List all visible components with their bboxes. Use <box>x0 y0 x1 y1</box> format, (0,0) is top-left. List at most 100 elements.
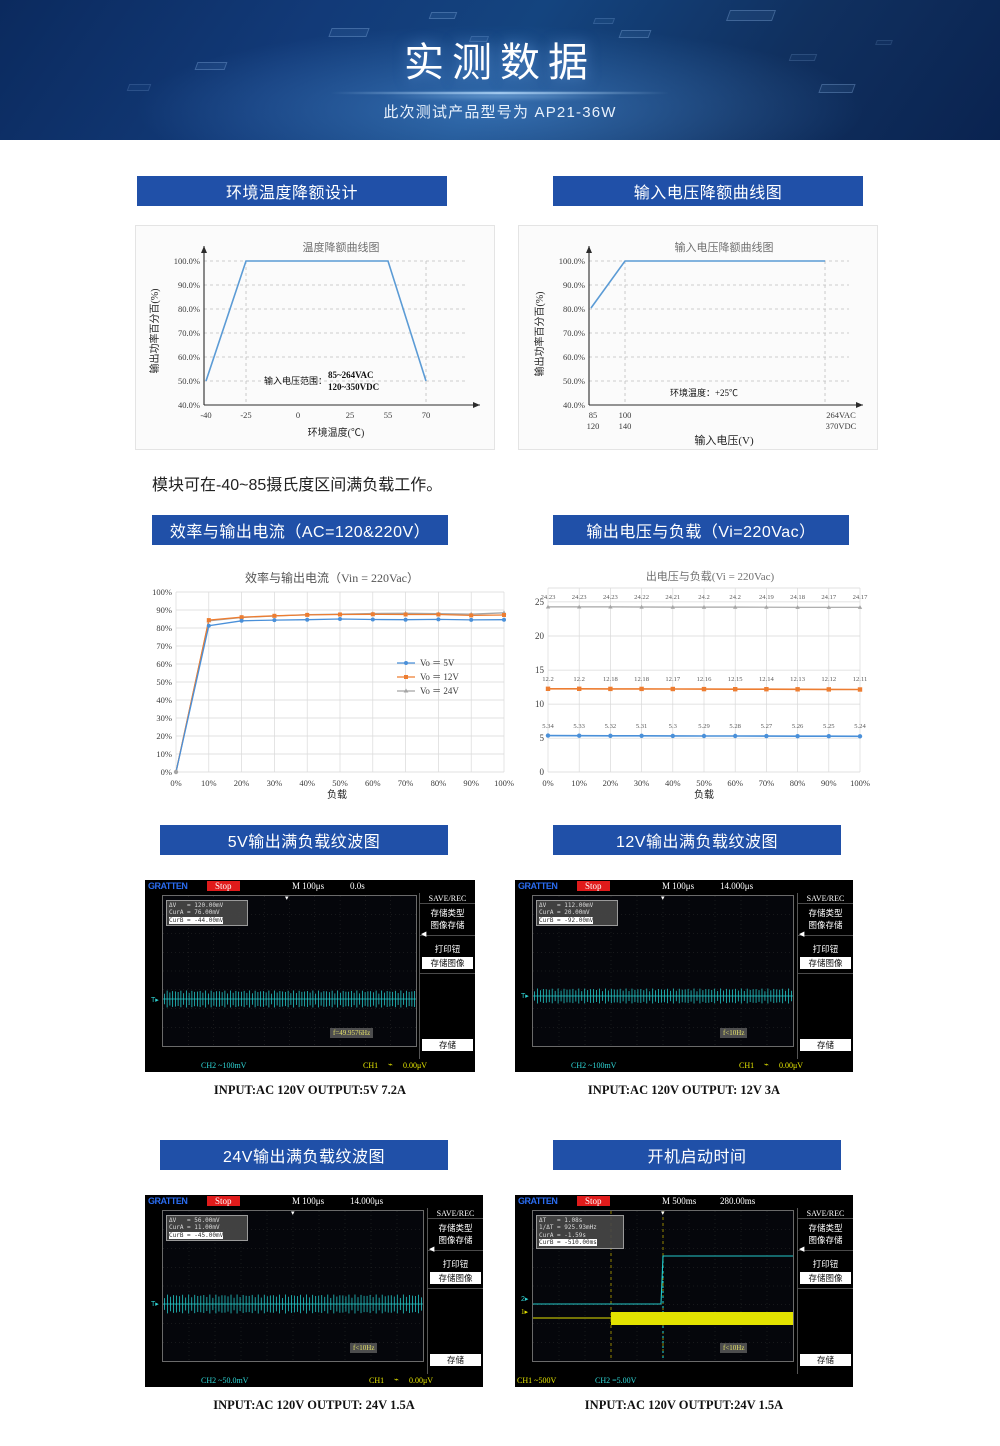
svg-text:40.0%: 40.0% <box>178 400 200 410</box>
svg-text:70: 70 <box>422 410 431 420</box>
x-axis-labels: -40 -25 0 25 55 70 <box>200 410 430 420</box>
section-header-efficiency: 效率与输出电流（AC=120&220V） <box>152 515 448 545</box>
scope-menu-save-image[interactable]: 存储图像 <box>800 1272 851 1284</box>
page-title: 实测数据 <box>404 41 596 85</box>
svg-text:90.0%: 90.0% <box>178 280 200 290</box>
scope-menu-header: SAVE/REC <box>798 1208 853 1219</box>
svg-text:30%: 30% <box>267 778 283 788</box>
svg-text:60%: 60% <box>156 659 172 669</box>
scope-menu-save-type[interactable]: 存储类型 <box>428 1222 483 1234</box>
legend-item-24v: Vo ＝ 24V <box>420 686 459 696</box>
svg-text:24.19: 24.19 <box>759 594 775 601</box>
svg-text:50%: 50% <box>332 778 348 788</box>
scope-menu-header: SAVE/REC <box>798 893 853 904</box>
scope-menu-save-type[interactable]: 存储类型 <box>798 907 853 919</box>
scope-ripple-12v: GRATTEN Stop M 100μs 14.000μs T▸ ▾ ΔV = … <box>515 880 853 1072</box>
annotation-ambient: 环境温度：+25℃ <box>670 387 738 398</box>
x-axis-title: 环境温度(℃) <box>308 426 365 439</box>
annotation-label: 输入电压范围： <box>264 375 327 386</box>
scope-menu-store[interactable]: 存储 <box>430 1354 481 1366</box>
scope-delay: 14.000μs <box>720 881 754 891</box>
scope-menu-print[interactable]: 打印钮 <box>798 943 853 955</box>
svg-text:5.3: 5.3 <box>669 723 678 730</box>
chart-legend: Vo ＝ 5V Vo ＝ 12V Vo ＝ 24V <box>397 658 459 696</box>
svg-text:12.14: 12.14 <box>759 676 775 683</box>
svg-text:24.17: 24.17 <box>853 594 869 601</box>
scope-status-stop: Stop <box>207 881 240 891</box>
scope-delay: 0.0s <box>350 881 365 891</box>
svg-text:24.2: 24.2 <box>698 594 710 601</box>
y-axis-title: 输出功率百分百(%) <box>533 292 546 377</box>
svg-text:80%: 80% <box>156 623 172 633</box>
derating-curve <box>590 260 825 309</box>
scope-menu-save-type[interactable]: 存储类型 <box>798 1222 853 1234</box>
scope-menu-save-image[interactable]: 存储图像 <box>800 957 851 969</box>
svg-text:12.2: 12.2 <box>573 676 585 683</box>
svg-text:0%: 0% <box>542 778 553 788</box>
caption-startup: INPUT:AC 120V OUTPUT:24V 1.5A <box>584 1398 784 1412</box>
scope-menu-image-save[interactable]: 图像存储 <box>798 919 853 931</box>
svg-text:12.16: 12.16 <box>697 676 713 683</box>
scope-menu-divider <box>798 973 853 974</box>
svg-text:30%: 30% <box>634 778 650 788</box>
svg-text:12.17: 12.17 <box>665 676 681 683</box>
scope-menu-print[interactable]: 打印钮 <box>420 943 475 955</box>
scope-bottom-bar: CH2 ~100mV CH1 ⌁ 0.00μV <box>145 1059 475 1072</box>
scope-startup-time: GRATTEN Stop M 500ms 280.00ms 2▸ 1▸ ▾ ΔT… <box>515 1195 853 1387</box>
svg-text:20%: 20% <box>156 731 172 741</box>
scope-bottom-bar: CH1 ~500V CH2 =5.00V <box>515 1374 853 1387</box>
scope-menu-arrow-icon: ◀ <box>421 931 427 938</box>
svg-text:24.21: 24.21 <box>665 594 680 601</box>
svg-text:-25: -25 <box>240 410 251 420</box>
section-header-ripple-24v: 24V输出满负载纹波图 <box>160 1140 448 1170</box>
banner-decoration <box>428 12 458 19</box>
scope-trigger-level: 0.00μV <box>403 1061 428 1070</box>
scope-menu-store[interactable]: 存储 <box>422 1039 473 1051</box>
scope-menu-print[interactable]: 打印钮 <box>428 1258 483 1270</box>
scope-menu-image-save[interactable]: 图像存储 <box>420 919 475 931</box>
svg-text:5.28: 5.28 <box>729 723 741 730</box>
scope-menu-divider <box>798 1250 853 1251</box>
scope-menu-save-image[interactable]: 存储图像 <box>430 1272 481 1284</box>
svg-text:90.0%: 90.0% <box>563 280 585 290</box>
scope-menu-arrow-icon: ◀ <box>799 931 805 938</box>
scope-menu-save-image[interactable]: 存储图像 <box>422 957 473 969</box>
svg-text:5.34: 5.34 <box>542 723 554 730</box>
svg-text:264VAC: 264VAC <box>826 410 856 420</box>
svg-text:70.0%: 70.0% <box>178 328 200 338</box>
scope-menu-print[interactable]: 打印钮 <box>798 1258 853 1270</box>
section-header-ripple-5v: 5V输出满负载纹波图 <box>160 825 448 855</box>
svg-text:12.18: 12.18 <box>634 676 650 683</box>
svg-text:90%: 90% <box>156 605 172 615</box>
svg-text:100.0%: 100.0% <box>559 256 585 266</box>
scope-delay: 280.00ms <box>720 1196 756 1206</box>
chart-panel-efficiency: 效率与输出电流（Vin = 220Vac） 100% 90% 80% 70% 6… <box>132 560 520 810</box>
scope-menu-image-save[interactable]: 图像存储 <box>428 1234 483 1246</box>
scope-brand: GRATTEN <box>148 881 188 891</box>
chart-title: 输入电压降额曲线图 <box>675 240 774 254</box>
scope-menu-store[interactable]: 存储 <box>800 1354 851 1366</box>
scope-menu-save-type[interactable]: 存储类型 <box>420 907 475 919</box>
scope-frequency-readout: f<10Hz <box>350 1343 378 1353</box>
svg-text:70.0%: 70.0% <box>563 328 585 338</box>
svg-text:10%: 10% <box>201 778 217 788</box>
svg-text:-40: -40 <box>200 410 211 420</box>
svg-text:90%: 90% <box>463 778 479 788</box>
svg-text:10%: 10% <box>571 778 587 788</box>
svg-text:70%: 70% <box>759 778 775 788</box>
scope-trigger-slope-icon: ⌁ <box>388 1060 393 1069</box>
scope-menu-image-save[interactable]: 图像存储 <box>798 1234 853 1246</box>
svg-text:5.33: 5.33 <box>573 723 585 730</box>
svg-text:0: 0 <box>540 767 545 777</box>
svg-text:24.17: 24.17 <box>821 594 837 601</box>
x-axis-arrow <box>473 402 480 408</box>
series-5v-labels: 5.34 5.33 5.32 5.31 5.3 5.29 5.28 5.27 5… <box>542 723 866 730</box>
svg-text:24.23: 24.23 <box>541 594 557 601</box>
svg-text:80%: 80% <box>431 778 447 788</box>
scope-trigger-marker: ▾ <box>661 1210 665 1217</box>
banner-decoration <box>592 18 616 24</box>
scope-menu-store[interactable]: 存储 <box>800 1039 851 1051</box>
scope-trigger-marker: ▾ <box>291 1210 295 1217</box>
scope-status-stop: Stop <box>577 881 610 891</box>
svg-text:80.0%: 80.0% <box>178 304 200 314</box>
